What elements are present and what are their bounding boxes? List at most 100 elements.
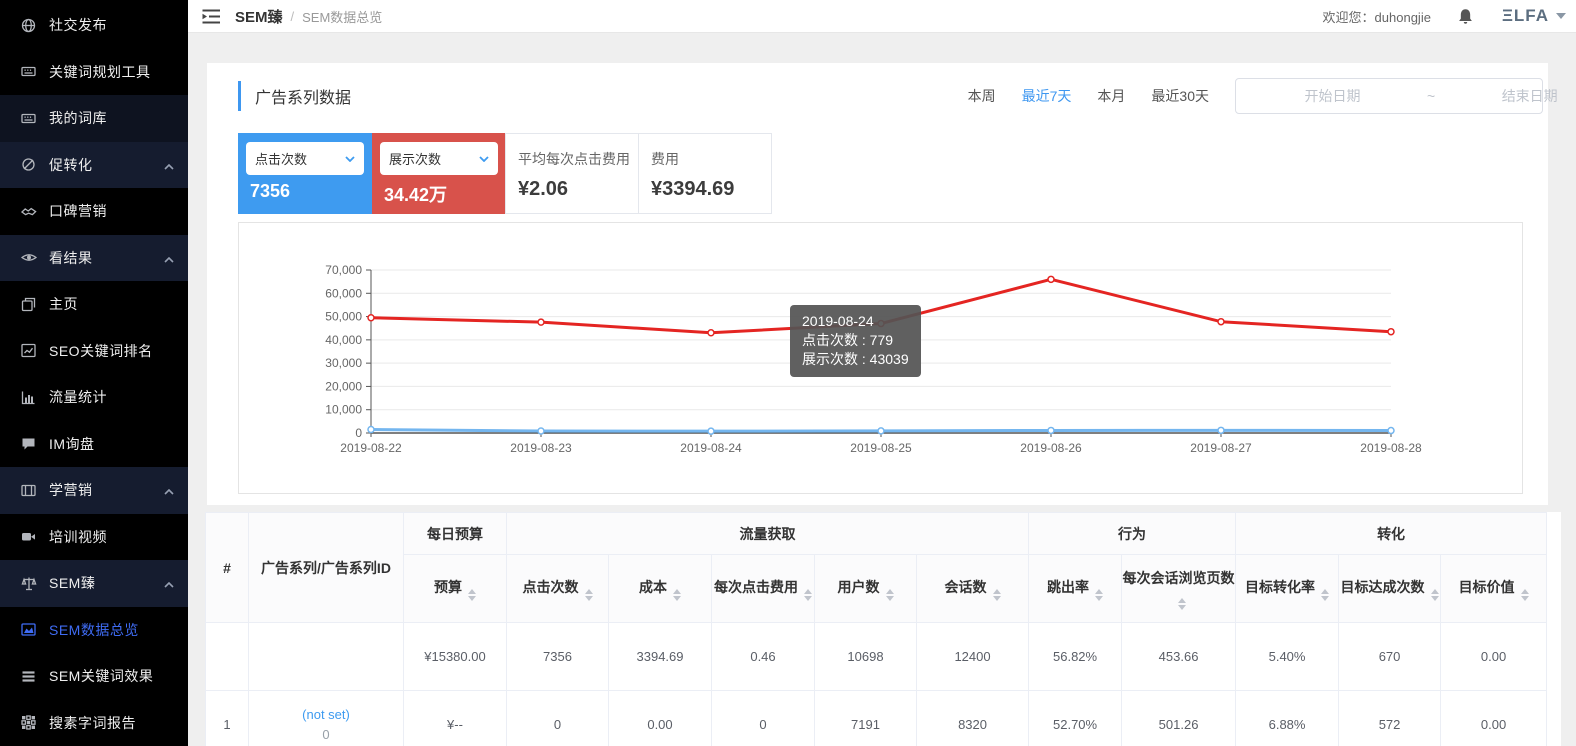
menu-fold-icon[interactable] <box>202 9 221 24</box>
sort-icon[interactable] <box>1521 589 1529 601</box>
col-header-users[interactable]: 用户数 <box>815 555 917 623</box>
sort-icon[interactable] <box>468 589 476 601</box>
sort-icon[interactable] <box>585 589 593 601</box>
impressions-metric-select[interactable]: 展示次数 <box>380 142 498 175</box>
sidebar-item-seo-ranking[interactable]: SEO关键词排名 <box>0 328 188 375</box>
svg-text:2019-08-28: 2019-08-28 <box>1360 441 1422 455</box>
film-icon <box>20 482 37 498</box>
sidebar-item-label: SEO关键词排名 <box>49 341 174 361</box>
start-date-input[interactable] <box>1242 88 1423 104</box>
svg-text:50,000: 50,000 <box>325 310 362 324</box>
sort-icon[interactable] <box>1321 589 1329 601</box>
summary-bounce-rate: 56.82% <box>1029 623 1122 691</box>
svg-text:2019-08-27: 2019-08-27 <box>1190 441 1252 455</box>
sidebar-item-label: 社交发布 <box>49 15 174 35</box>
impressions-value: 34.42万 <box>372 181 506 207</box>
filter-this-week[interactable]: 本周 <box>968 86 996 106</box>
chevron-up-icon <box>164 157 174 173</box>
caret-down-icon <box>1556 13 1566 19</box>
col-header-pages-per-session[interactable]: 每次会话浏览页数 <box>1122 555 1236 623</box>
summary-cost: 3394.69 <box>609 623 712 691</box>
topbar-right: 欢迎您：duhongjie ΞLFA <box>1323 6 1566 26</box>
col-header-clicks[interactable]: 点击次数 <box>507 555 609 623</box>
clicks-metric-select[interactable]: 点击次数 <box>246 142 364 175</box>
svg-text:30,000: 30,000 <box>325 356 362 370</box>
keyboard-icon <box>20 64 37 80</box>
chevron-down-icon <box>479 156 489 162</box>
copy-icon <box>20 296 37 312</box>
sidebar-item-word-of-mouth[interactable]: 口碑营销 <box>0 188 188 235</box>
col-header-cost[interactable]: 成本 <box>609 555 712 623</box>
sidebar-item-label: 看结果 <box>49 248 164 268</box>
campaign-table: # 广告系列/广告系列ID 每日预算 流量获取 行为 转化 预算 点击次数 成本… <box>205 512 1547 746</box>
group-header-behavior: 行为 <box>1029 513 1236 555</box>
sidebar-item-sem-data-overview[interactable]: SEM数据总览 <box>0 607 188 654</box>
line-chart[interactable]: 010,00020,00030,00040,00050,00060,00070,… <box>238 222 1523 494</box>
col-header-budget[interactable]: 预算 <box>404 555 507 623</box>
sidebar-item-label: 口碑营销 <box>49 201 174 221</box>
sidebar-item-label: 流量统计 <box>49 387 174 407</box>
chart-canvas[interactable]: 010,00020,00030,00040,00050,00060,00070,… <box>239 223 1522 493</box>
sort-icon[interactable] <box>804 589 812 601</box>
grid-icon <box>20 715 37 731</box>
svg-text:70,000: 70,000 <box>325 263 362 277</box>
handshake-icon <box>20 203 37 219</box>
sidebar-item-conversion[interactable]: 促转化 <box>0 142 188 189</box>
summary-clicks: 7356 <box>507 623 609 691</box>
sidebar-item-label: 学营销 <box>49 480 164 500</box>
date-range-picker[interactable]: ~ <box>1235 78 1543 114</box>
sidebar-item-traffic-stats[interactable]: 流量统计 <box>0 374 188 421</box>
title-accent-bar <box>238 81 241 111</box>
sidebar-item-social-publish[interactable]: 社交发布 <box>0 2 188 49</box>
sort-icon[interactable] <box>1095 589 1103 601</box>
chevron-up-icon <box>164 482 174 498</box>
filter-this-month[interactable]: 本月 <box>1097 86 1125 106</box>
bell-icon[interactable] <box>1457 8 1474 25</box>
sidebar-item-label: 培训视频 <box>49 527 174 547</box>
row-index: 1 <box>206 691 249 746</box>
sort-icon[interactable] <box>673 589 681 601</box>
sort-icon[interactable] <box>1431 589 1439 601</box>
campaign-name-link[interactable]: (not set) <box>249 705 403 725</box>
col-header-cpc[interactable]: 每次点击费用 <box>712 555 815 623</box>
sort-icon[interactable] <box>886 589 894 601</box>
col-header-goal-conversion-rate[interactable]: 目标转化率 <box>1236 555 1339 623</box>
col-header-bounce-rate[interactable]: 跳出率 <box>1029 555 1122 623</box>
col-header-goal-completions[interactable]: 目标达成次数 <box>1339 555 1441 623</box>
sidebar-item-label: SEM关键词效果 <box>49 666 174 686</box>
sidebar-item-training-videos[interactable]: 培训视频 <box>0 514 188 561</box>
svg-text:60,000: 60,000 <box>325 286 362 300</box>
svg-text:40,000: 40,000 <box>325 333 362 347</box>
group-header-daily-budget: 每日预算 <box>404 513 507 555</box>
sidebar-item-results[interactable]: 看结果 <box>0 235 188 282</box>
filter-last-30-days[interactable]: 最近30天 <box>1151 86 1209 106</box>
end-date-input[interactable] <box>1439 88 1576 104</box>
video-camera-icon <box>20 529 37 545</box>
sort-icon[interactable] <box>993 589 1001 601</box>
sidebar-item-home[interactable]: 主页 <box>0 281 188 328</box>
col-header-goal-value[interactable]: 目标价值 <box>1441 555 1547 623</box>
sidebar-item-my-lexicon[interactable]: 我的词库 <box>0 95 188 142</box>
keyboard-icon <box>20 110 37 126</box>
sidebar-item-keyword-planner[interactable]: 关键词规划工具 <box>0 49 188 96</box>
sidebar-item-sem[interactable]: SEM臻 <box>0 560 188 607</box>
sidebar-item-sem-keyword-effect[interactable]: SEM关键词效果 <box>0 653 188 700</box>
row-bounce-rate: 52.70% <box>1029 691 1122 746</box>
balance-scale-icon <box>20 575 37 591</box>
sidebar-item-label: SEM臻 <box>49 573 164 593</box>
eye-icon <box>20 250 37 266</box>
chevron-up-icon <box>164 250 174 266</box>
summary-users: 10698 <box>815 623 917 691</box>
sidebar-item-im-inquiry[interactable]: IM询盘 <box>0 421 188 468</box>
brand-logo[interactable]: ΞLFA <box>1502 6 1566 26</box>
sidebar-item-search-terms-report[interactable]: 搜素字词报告 <box>0 700 188 746</box>
svg-text:2019-08-23: 2019-08-23 <box>510 441 572 455</box>
svg-text:20,000: 20,000 <box>325 379 362 393</box>
row-cost: 0.00 <box>609 691 712 746</box>
col-header-sessions[interactable]: 会话数 <box>917 555 1029 623</box>
col-header-index: # <box>206 513 249 623</box>
main-area: SEM臻 / SEM数据总览 欢迎您：duhongjie ΞLFA <box>188 0 1576 746</box>
sidebar-item-learn-marketing[interactable]: 学营销 <box>0 467 188 514</box>
sort-icon[interactable] <box>1178 598 1186 610</box>
filter-last-7-days[interactable]: 最近7天 <box>1022 86 1072 106</box>
